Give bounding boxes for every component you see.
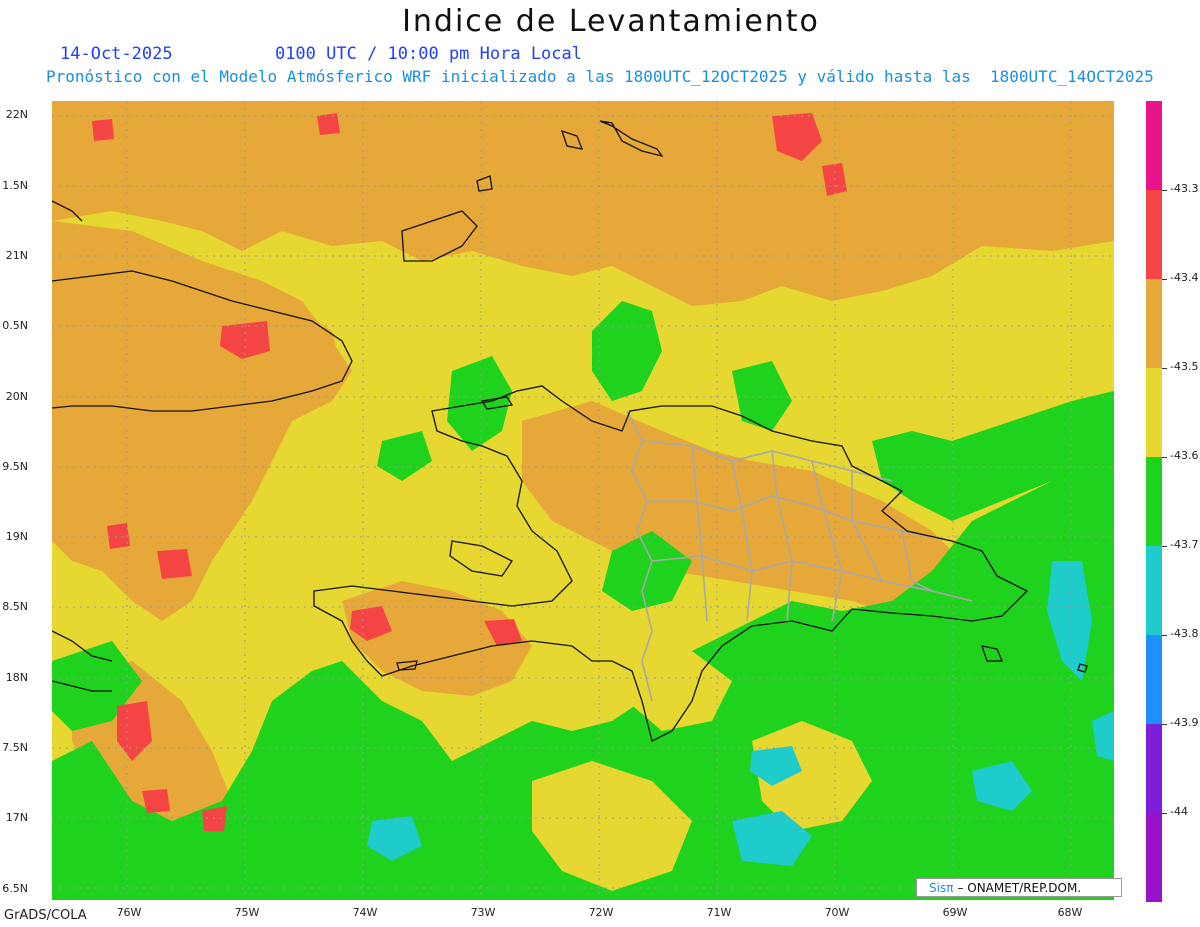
colorbar-tick (1162, 635, 1167, 636)
colorbar-label: -43.9 (1170, 716, 1199, 729)
field-red-11 (92, 119, 114, 141)
lon-label: 70W (824, 906, 850, 919)
field-red-6 (157, 549, 192, 579)
lat-label: 20N (5, 390, 28, 403)
field-red-12 (317, 113, 340, 135)
lon-label: 68W (1057, 906, 1083, 919)
lat-label: 0.5N (2, 319, 28, 332)
credit-text: – ONAMET/REP.DOM. (957, 880, 1082, 895)
colorbar-swatch (1146, 279, 1162, 368)
colorbar-label: -44 (1170, 805, 1188, 818)
lat-label: 8.5N (2, 600, 28, 613)
lat-label: 9.5N (2, 460, 28, 473)
colorbar-tick (1162, 368, 1167, 369)
credit-box: Sisπ – ONAMET/REP.DOM. (916, 878, 1122, 897)
credit-brand: Sisπ (929, 880, 954, 895)
lon-label: 71W (706, 906, 732, 919)
lat-label: 19N (5, 530, 28, 543)
lon-label: 69W (942, 906, 968, 919)
lon-label: 76W (116, 906, 142, 919)
colorbar-tick (1162, 813, 1167, 814)
colorbar-label: -43.4 (1170, 271, 1199, 284)
lat-label: 18N (5, 671, 28, 684)
lat-label: 1.5N (2, 179, 28, 192)
colorbar-swatch (1146, 101, 1162, 190)
colorbar-swatch (1146, 635, 1162, 724)
colorbar-swatch (1146, 724, 1162, 813)
colorbar-swatch (1146, 368, 1162, 457)
lat-label: 6.5N (2, 882, 28, 895)
map-panel (52, 101, 1114, 900)
map-title: Indice de Levantamiento (402, 4, 820, 39)
model-info-line: Pronóstico con el Modelo Atmósferico WRF… (46, 67, 1154, 86)
field-red-9 (142, 789, 170, 813)
colorbar-label: -43.6 (1170, 449, 1199, 462)
colorbar-label: -43.5 (1170, 360, 1199, 373)
colorbar-tick (1162, 190, 1167, 191)
colorbar-tick (1162, 724, 1167, 725)
colorbar-tick (1162, 457, 1167, 458)
colorbar-label: -43.7 (1170, 538, 1199, 551)
colorbar-label: -43.8 (1170, 627, 1199, 640)
colorbar-swatch (1146, 190, 1162, 279)
lat-label: 21N (5, 249, 28, 262)
colorbar-tick (1162, 546, 1167, 547)
colorbar-label: -43.3 (1170, 182, 1199, 195)
lat-label: 7.5N (2, 741, 28, 754)
lat-label: 17N (5, 811, 28, 824)
colorbar (1146, 101, 1162, 902)
lon-label: 74W (352, 906, 378, 919)
colorbar-swatch (1146, 546, 1162, 635)
forecast-time: 0100 UTC / 10:00 pm Hora Local (274, 44, 582, 64)
footer-grads: GrADS/COLA (4, 908, 87, 923)
valid-time-line: 14-Oct-2025 0100 UTC / 10:00 pm Hora Loc… (60, 44, 582, 64)
lifted-index-map (52, 101, 1114, 900)
forecast-date: 14-Oct-2025 (60, 44, 173, 64)
lat-label: 22N (5, 108, 28, 121)
lon-label: 73W (470, 906, 496, 919)
colorbar-tick (1162, 279, 1167, 280)
colorbar-swatch (1146, 813, 1162, 902)
lon-label: 75W (234, 906, 260, 919)
lon-label: 72W (588, 906, 614, 919)
colorbar-swatch (1146, 457, 1162, 546)
